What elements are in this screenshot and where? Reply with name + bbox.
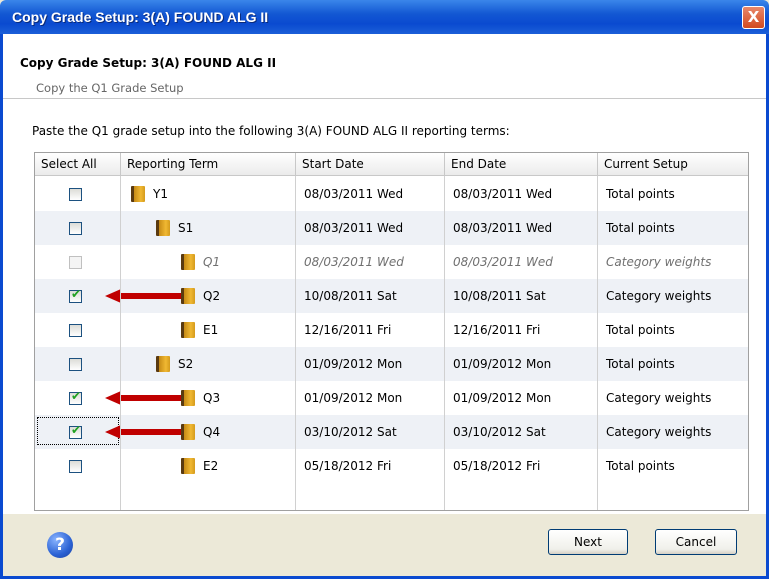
term-folder-icon xyxy=(131,186,145,202)
column-divider xyxy=(295,176,296,510)
term-folder-icon xyxy=(156,356,170,372)
checkmark-icon: ✔ xyxy=(71,287,82,301)
term-folder-icon xyxy=(181,390,195,406)
highlight-arrow-icon xyxy=(105,391,183,405)
reporting-term-label: Q3 xyxy=(203,391,221,405)
end-date-cell: 10/08/2011 Sat xyxy=(453,289,546,303)
column-divider xyxy=(120,176,121,510)
checkmark-icon: ✔ xyxy=(71,389,82,403)
start-date-cell: 05/18/2012 Fri xyxy=(304,459,392,473)
term-folder-icon xyxy=(181,288,195,304)
table-row[interactable]: ✔ Q2 10/08/2011 Sat 10/08/2011 Sat Category … xyxy=(35,279,748,313)
current-setup-cell: Category weights xyxy=(606,391,712,405)
start-date-cell: 08/03/2011 Wed xyxy=(304,221,404,235)
start-date-cell: 12/16/2011 Fri xyxy=(304,323,392,337)
table-row[interactable]: S2 01/09/2012 Mon 01/09/2012 Mon Total poin… xyxy=(35,347,748,381)
row-select-checkbox[interactable] xyxy=(69,188,82,201)
reporting-term-label: S2 xyxy=(178,357,194,371)
end-date-cell: 05/18/2012 Fri xyxy=(453,459,541,473)
current-setup-cell: Category weights xyxy=(606,289,712,303)
start-date-cell: 03/10/2012 Sat xyxy=(304,425,397,439)
term-folder-icon xyxy=(181,322,195,338)
header-subtitle: Copy the Q1 Grade Setup xyxy=(36,81,184,95)
row-select-checkbox[interactable]: ✔ xyxy=(69,287,82,303)
end-date-cell: 01/09/2012 Mon xyxy=(453,357,552,371)
row-select-checkbox[interactable] xyxy=(69,324,82,337)
table-row[interactable]: E2 05/18/2012 Fri 05/18/2012 Fri Total poin… xyxy=(35,449,748,483)
start-date-cell: 01/09/2012 Mon xyxy=(304,357,403,371)
footer-bar xyxy=(3,514,766,576)
reporting-term-label: Q2 xyxy=(203,289,221,303)
end-date-cell: 12/16/2011 Fri xyxy=(453,323,541,337)
reporting-term-label: E1 xyxy=(203,323,219,337)
current-setup-cell: Total points xyxy=(606,221,675,235)
term-folder-icon xyxy=(181,458,195,474)
column-divider xyxy=(597,176,598,510)
header-title: Copy Grade Setup: 3(A) FOUND ALG II xyxy=(20,56,277,70)
column-header-reporting-term[interactable]: Reporting Term xyxy=(121,153,296,176)
reporting-term-label: E2 xyxy=(203,459,219,473)
term-folder-icon xyxy=(181,254,195,270)
arrow-shape xyxy=(105,391,183,405)
table-row[interactable]: ✔ Q3 01/09/2012 Mon 01/09/2012 Mon Category … xyxy=(35,381,748,415)
help-icon[interactable]: ? xyxy=(47,532,73,558)
row-select-checkbox[interactable] xyxy=(69,460,82,473)
term-folder-icon xyxy=(156,220,170,236)
current-setup-cell: Total points xyxy=(606,187,675,201)
highlight-arrow-icon xyxy=(105,289,183,303)
highlight-arrow-icon xyxy=(105,425,183,439)
copy-grade-setup-dialog: Copy Grade Setup: 3(A) FOUND ALG II X Co… xyxy=(0,0,769,579)
reporting-term-label: Q4 xyxy=(203,425,221,439)
current-setup-cell: Total points xyxy=(606,323,675,337)
reporting-term-label: Y1 xyxy=(153,187,168,201)
table-row[interactable]: Y1 08/03/2011 Wed 08/03/2011 Wed Total poin… xyxy=(35,177,748,211)
end-date-cell: 08/03/2011 Wed xyxy=(453,221,553,235)
column-header-start-date[interactable]: Start Date xyxy=(296,153,445,176)
table-row[interactable]: Q1 08/03/2011 Wed 08/03/2011 Wed Category w… xyxy=(35,245,748,279)
column-divider xyxy=(444,176,445,510)
table-row[interactable]: S1 08/03/2011 Wed 08/03/2011 Wed Total poin… xyxy=(35,211,748,245)
table-row[interactable]: ✔ Q4 03/10/2012 Sat 03/10/2012 Sat Category … xyxy=(35,415,748,449)
row-select-checkbox[interactable] xyxy=(69,358,82,371)
current-setup-cell: Category weights xyxy=(606,425,712,439)
start-date-cell: 01/09/2012 Mon xyxy=(304,391,403,405)
checkmark-icon: ✔ xyxy=(71,423,82,437)
close-button[interactable]: X xyxy=(742,6,765,29)
cancel-button[interactable]: Cancel xyxy=(655,529,737,555)
table-row[interactable]: E1 12/16/2011 Fri 12/16/2011 Fri Total poin… xyxy=(35,313,748,347)
reporting-terms-table: Select All Reporting Term Start Date End… xyxy=(34,152,749,511)
instruction-text: Paste the Q1 grade setup into the follow… xyxy=(32,124,510,138)
end-date-cell: 03/10/2012 Sat xyxy=(453,425,546,439)
column-header-current-setup[interactable]: Current Setup xyxy=(598,153,748,176)
end-date-cell: 01/09/2012 Mon xyxy=(453,391,552,405)
end-date-cell: 08/03/2011 Wed xyxy=(453,255,553,269)
start-date-cell: 08/03/2011 Wed xyxy=(304,187,404,201)
arrow-shape xyxy=(105,425,183,439)
title-bar[interactable]: Copy Grade Setup: 3(A) FOUND ALG II X xyxy=(0,0,769,34)
column-header-end-date[interactable]: End Date xyxy=(445,153,598,176)
current-setup-cell: Total points xyxy=(606,459,675,473)
row-select-checkbox xyxy=(69,256,82,269)
start-date-cell: 08/03/2011 Wed xyxy=(304,255,404,269)
column-header-select-all[interactable]: Select All xyxy=(35,153,121,176)
reporting-term-label: Q1 xyxy=(203,255,221,269)
next-button[interactable]: Next xyxy=(548,529,628,555)
start-date-cell: 10/08/2011 Sat xyxy=(304,289,397,303)
current-setup-cell: Total points xyxy=(606,357,675,371)
header-panel: Copy Grade Setup: 3(A) FOUND ALG II Copy… xyxy=(3,34,766,99)
row-select-checkbox[interactable]: ✔ xyxy=(69,389,82,405)
reporting-term-label: S1 xyxy=(178,221,194,235)
arrow-shape xyxy=(105,289,183,303)
window-title: Copy Grade Setup: 3(A) FOUND ALG II xyxy=(12,9,269,25)
term-folder-icon xyxy=(181,424,195,440)
end-date-cell: 08/03/2011 Wed xyxy=(453,187,553,201)
row-select-checkbox[interactable]: ✔ xyxy=(69,423,82,439)
row-select-checkbox[interactable] xyxy=(69,222,82,235)
current-setup-cell: Category weights xyxy=(606,255,712,269)
